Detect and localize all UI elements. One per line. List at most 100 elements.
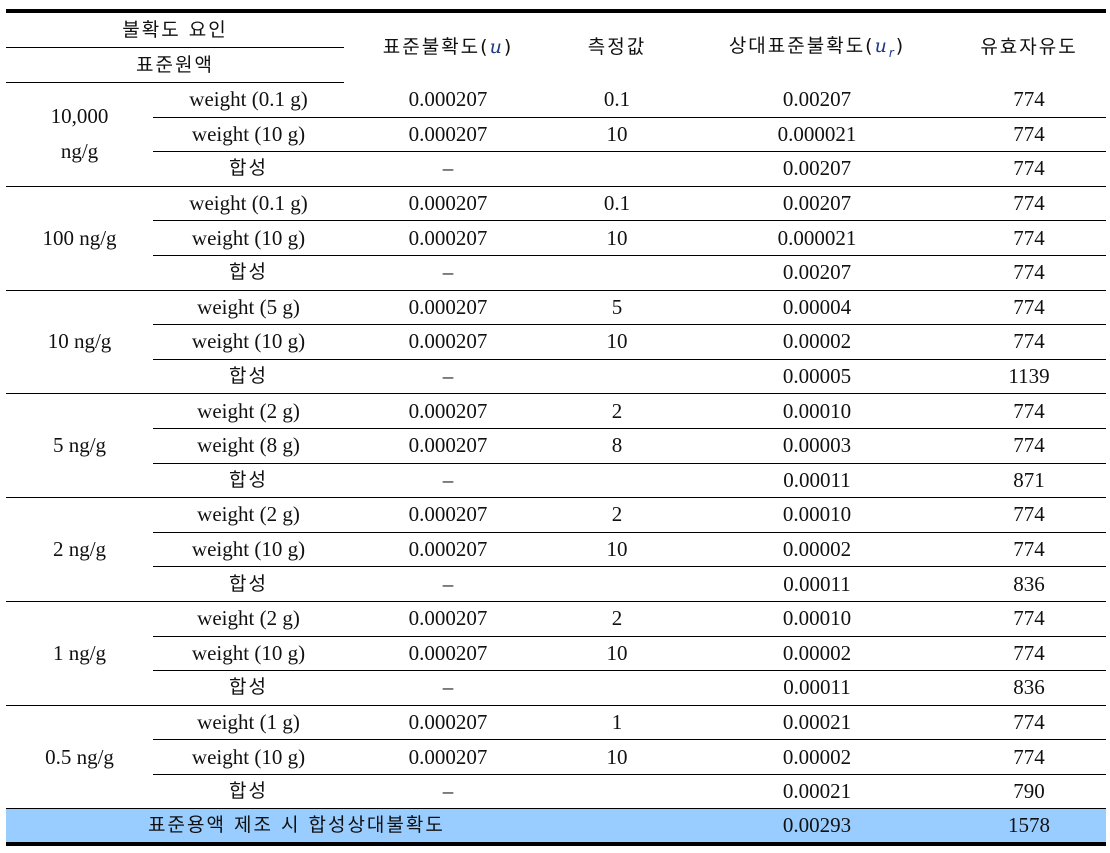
table-row: weight (10 g) 0.000207 10 0.00002 774 [6,532,1107,568]
rel-uncertainty-cell: 0.00207 [682,151,953,187]
header-std-uncertainty-label: 표준불확도( [382,36,490,59]
table-row: 합성 – 0.00005 1139 [6,359,1107,395]
std-uncertainty-cell: 0.000207 [344,393,553,429]
concentration-line2: ng/g [60,139,99,164]
table-row: 10 ng/g weight (5 g) 0.000207 5 0.00004 774 [6,290,1107,395]
concentration-cell: 10,000 ng/g [6,82,153,187]
concentration-cell: 10 ng/g [6,290,153,395]
table-row: weight (10 g) 0.000207 10 0.00002 774 [6,636,1107,672]
item-cell: 합성 [153,255,345,291]
item-cell: 합성 [153,359,345,395]
dof-cell: 774 [952,220,1107,256]
std-uncertainty-cell: – [344,670,553,706]
std-uncertainty-cell: – [344,774,553,810]
header-rel-uncertainty-label: 상대표준불확도( [728,34,875,57]
concentration-line1: 10,000 [50,104,109,129]
std-uncertainty-cell: 0.000207 [344,186,553,222]
rel-uncertainty-cell: 0.00002 [682,532,953,568]
concentration-cell: 5 ng/g [6,393,153,499]
ur-subscript: r [888,45,896,60]
rel-uncertainty-cell: 0.00011 [682,463,953,499]
measured-value-cell: 1 [552,705,683,741]
measured-value-cell: 10 [552,739,683,775]
std-uncertainty-cell: – [344,566,553,602]
dof-cell: 774 [952,428,1107,464]
rel-uncertainty-cell: 0.00011 [682,670,953,706]
dof-cell: 774 [952,393,1107,429]
std-uncertainty-cell: 0.000207 [344,705,553,741]
item-cell: weight (10 g) [153,220,345,256]
dof-cell: 774 [952,324,1107,360]
concentration-line1: 5 ng/g [52,433,107,458]
table-row: 합성 – 0.00011 871 [6,463,1107,499]
std-uncertainty-cell: 0.000207 [344,532,553,568]
rel-uncertainty-cell: 0.00002 [682,739,953,775]
dof-cell: 774 [952,739,1107,775]
table-row: 10,000 ng/g weight (0.1 g) 0.000207 0.1 0.002… [6,82,1107,187]
header-std-uncertainty: 표준불확도(u) [344,9,553,83]
table-row: weight (8 g) 0.000207 8 0.00003 774 [6,428,1107,464]
measured-value-cell: 10 [552,532,683,568]
table-row: 0.5 ng/g weight (1 g) 0.000207 1 0.00021 774 [6,705,1107,810]
item-cell: weight (0.1 g) [153,186,345,222]
std-uncertainty-cell: 0.000207 [344,82,553,118]
item-cell: 합성 [153,774,345,810]
table-row: 합성 – 0.00207 774 [6,255,1107,291]
rel-uncertainty-cell: 0.00010 [682,601,953,637]
measured-value-cell: 8 [552,428,683,464]
rel-uncertainty-cell: 0.00011 [682,566,953,602]
table-row: weight (10 g) 0.000207 10 0.00002 774 [6,739,1107,775]
std-uncertainty-cell: 0.000207 [344,428,553,464]
table-row: 1 ng/g weight (2 g) 0.000207 2 0.00010 774 [6,601,1107,706]
rel-uncertainty-cell: 0.00207 [682,82,953,118]
rel-uncertainty-cell: 0.00010 [682,497,953,533]
std-uncertainty-cell: 0.000207 [344,636,553,672]
concentration-cell: 100 ng/g [6,186,153,291]
measured-value-cell: 10 [552,220,683,256]
dof-cell: 774 [952,82,1107,118]
table-row: 합성 – 0.00011 836 [6,566,1107,602]
rel-uncertainty-cell: 0.00002 [682,636,953,672]
measured-value-cell [552,566,683,602]
item-cell: weight (2 g) [153,393,345,429]
item-cell: weight (10 g) [153,739,345,775]
item-cell: weight (0.1 g) [153,82,345,118]
measured-value-cell [552,359,683,395]
close-paren: ) [895,34,906,57]
table-row: weight (10 g) 0.000207 10 0.000021 774 [6,220,1107,256]
table-row: 2 ng/g weight (2 g) 0.000207 2 0.00010 774 [6,497,1107,602]
concentration-cell: 0.5 ng/g [6,705,153,810]
rel-uncertainty-cell: 0.00003 [682,428,953,464]
measured-value-cell: 5 [552,290,683,326]
measured-value-cell: 2 [552,393,683,429]
item-cell: 합성 [153,670,345,706]
measured-value-cell: 0.1 [552,186,683,222]
dof-cell: 774 [952,151,1107,187]
item-cell: 합성 [153,566,345,602]
total-rel-uncertainty: 0.00293 [682,808,953,847]
concentration-line1: 2 ng/g [52,537,107,562]
item-cell: 합성 [153,151,345,187]
item-cell: weight (10 g) [153,324,345,360]
measured-value-cell: 2 [552,601,683,637]
std-uncertainty-cell: – [344,359,553,395]
close-paren: ) [503,36,514,59]
item-cell: weight (10 g) [153,636,345,672]
measured-value-cell: 10 [552,636,683,672]
dof-cell: 871 [952,463,1107,499]
dof-cell: 774 [952,255,1107,291]
std-uncertainty-cell: 0.000207 [344,739,553,775]
dof-cell: 774 [952,601,1107,637]
table-row: 합성 – 0.00011 836 [6,670,1107,706]
u-symbol: u [489,36,504,59]
header-rel-uncertainty: 상대표준불확도(ur) [682,9,953,83]
table-row: weight (10 g) 0.000207 10 0.00002 774 [6,324,1107,360]
total-row: 표준용액 제조 시 합성상대불확도 0.00293 1578 [6,808,1107,847]
dof-cell: 774 [952,290,1107,326]
table-row: 합성 – 0.00021 790 [6,774,1107,810]
table-body: 10,000 ng/g weight (0.1 g) 0.000207 0.1 0.002… [6,82,1107,847]
rel-uncertainty-cell: 0.00002 [682,324,953,360]
concentration-line1: 10 ng/g [47,329,112,354]
std-uncertainty-cell: – [344,255,553,291]
std-uncertainty-cell: 0.000207 [344,220,553,256]
